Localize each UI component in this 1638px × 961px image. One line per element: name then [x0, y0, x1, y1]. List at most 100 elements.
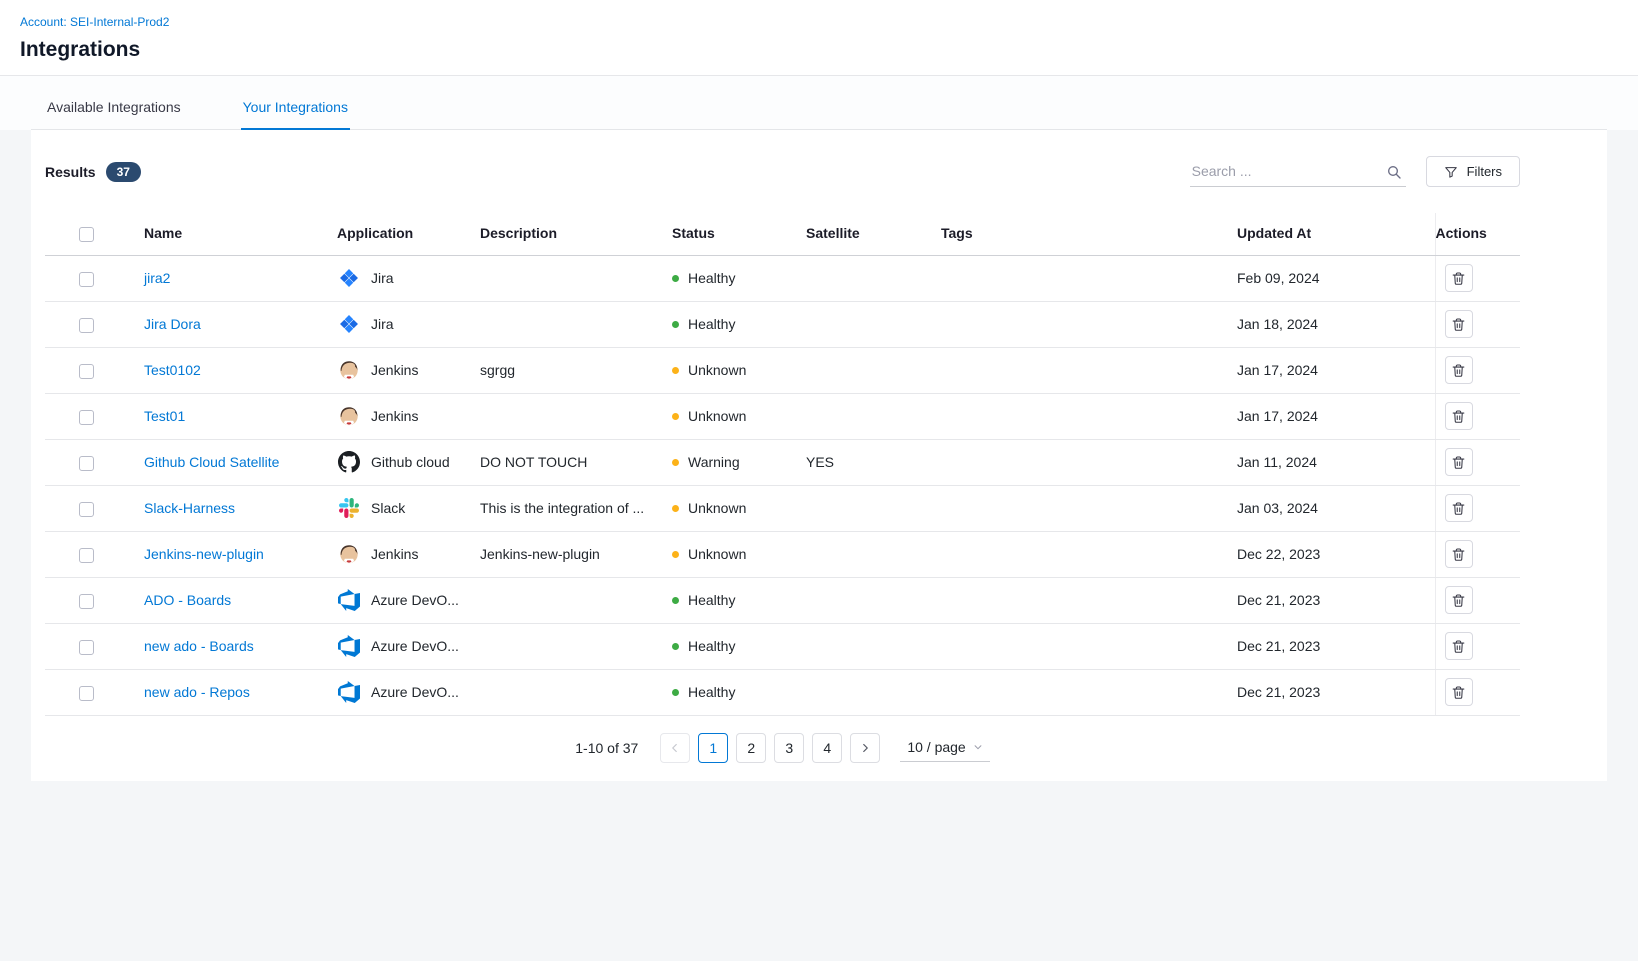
satellite-cell — [806, 347, 941, 393]
row-checkbox[interactable] — [79, 594, 94, 609]
account-breadcrumb[interactable]: Account: SEI-Internal-Prod2 — [20, 15, 169, 29]
description-cell — [480, 623, 672, 669]
status-label: Warning — [688, 454, 740, 470]
chevron-right-icon — [859, 742, 871, 754]
select-all-checkbox[interactable] — [79, 227, 94, 242]
delete-button[interactable] — [1445, 448, 1473, 476]
table-row: Github Cloud Satellite Github cloud DO N… — [45, 439, 1520, 485]
satellite-cell — [806, 301, 941, 347]
trash-icon — [1451, 455, 1466, 470]
application-label: Jenkins — [371, 362, 418, 378]
integration-name-link[interactable]: Slack-Harness — [144, 500, 235, 516]
integration-name-link[interactable]: Test01 — [144, 408, 185, 424]
tags-cell — [941, 255, 1237, 301]
integration-name-link[interactable]: ADO - Boards — [144, 592, 231, 608]
status-dot — [672, 321, 679, 328]
delete-button[interactable] — [1445, 356, 1473, 384]
trash-icon — [1451, 685, 1466, 700]
integration-name-link[interactable]: new ado - Repos — [144, 684, 250, 700]
row-checkbox[interactable] — [79, 272, 94, 287]
updated-at-cell: Jan 17, 2024 — [1237, 347, 1435, 393]
pagination-range: 1-10 of 37 — [575, 740, 638, 756]
delete-button[interactable] — [1445, 540, 1473, 568]
integration-name-link[interactable]: jira2 — [144, 270, 170, 286]
tab-available-integrations[interactable]: Available Integrations — [45, 89, 183, 129]
slack-icon — [337, 498, 361, 518]
tags-cell — [941, 347, 1237, 393]
row-checkbox[interactable] — [79, 548, 94, 563]
tags-cell — [941, 439, 1237, 485]
page-title: Integrations — [20, 38, 1618, 62]
page-button-3[interactable]: 3 — [774, 733, 804, 763]
status-dot — [672, 551, 679, 558]
delete-button[interactable] — [1445, 678, 1473, 706]
page-button-4[interactable]: 4 — [812, 733, 842, 763]
application-label: Github cloud — [371, 454, 450, 470]
column-header-status: Status — [672, 213, 806, 255]
status-dot — [672, 367, 679, 374]
next-page-button[interactable] — [850, 733, 880, 763]
delete-button[interactable] — [1445, 402, 1473, 430]
integration-name-link[interactable]: Jenkins-new-plugin — [144, 546, 264, 562]
github-icon — [337, 451, 361, 473]
updated-at-cell: Jan 03, 2024 — [1237, 485, 1435, 531]
table-row: jira2 Jira Healthy Feb 09, 2024 — [45, 255, 1520, 301]
updated-at-cell: Jan 18, 2024 — [1237, 301, 1435, 347]
satellite-cell — [806, 255, 941, 301]
row-checkbox[interactable] — [79, 456, 94, 471]
page-header: Account: SEI-Internal-Prod2 Integrations — [0, 0, 1638, 76]
trash-icon — [1451, 501, 1466, 516]
table-body: jira2 Jira Healthy Feb 09, 2024 Jira Dor… — [45, 255, 1520, 715]
application-label: Jira — [371, 316, 394, 332]
chevron-left-icon — [669, 742, 681, 754]
search-input[interactable] — [1190, 157, 1406, 187]
column-header-actions: Actions — [1435, 213, 1520, 255]
status-dot — [672, 505, 679, 512]
results-label: Results — [45, 164, 96, 180]
tab-your-integrations[interactable]: Your Integrations — [241, 89, 350, 130]
tags-cell — [941, 485, 1237, 531]
row-checkbox[interactable] — [79, 640, 94, 655]
description-cell — [480, 393, 672, 439]
integration-name-link[interactable]: Github Cloud Satellite — [144, 454, 279, 470]
application-label: Slack — [371, 500, 405, 516]
page-button-1[interactable]: 1 — [698, 733, 728, 763]
prev-page-button[interactable] — [660, 733, 690, 763]
status-label: Unknown — [688, 500, 746, 516]
tags-cell — [941, 531, 1237, 577]
table-row: Test01 Jenkins Unknown Jan 17, 2024 — [45, 393, 1520, 439]
application-label: Jenkins — [371, 408, 418, 424]
jira-icon — [337, 267, 361, 289]
page-size-select[interactable]: 10 / page — [900, 734, 989, 762]
tags-cell — [941, 301, 1237, 347]
trash-icon — [1451, 593, 1466, 608]
satellite-cell: YES — [806, 439, 941, 485]
row-checkbox[interactable] — [79, 686, 94, 701]
filters-label: Filters — [1467, 164, 1502, 179]
filters-button[interactable]: Filters — [1426, 156, 1520, 187]
status-label: Healthy — [688, 592, 735, 608]
integration-name-link[interactable]: new ado - Boards — [144, 638, 254, 654]
application-label: Jenkins — [371, 546, 418, 562]
trash-icon — [1451, 547, 1466, 562]
delete-button[interactable] — [1445, 494, 1473, 522]
jenkins-icon — [337, 543, 361, 565]
description-cell — [480, 301, 672, 347]
results-count-badge: 37 — [106, 162, 141, 182]
integration-name-link[interactable]: Jira Dora — [144, 316, 201, 332]
row-checkbox[interactable] — [79, 364, 94, 379]
integration-name-link[interactable]: Test0102 — [144, 362, 201, 378]
jira-icon — [337, 313, 361, 335]
satellite-cell — [806, 531, 941, 577]
satellite-cell — [806, 669, 941, 715]
row-checkbox[interactable] — [79, 318, 94, 333]
delete-button[interactable] — [1445, 586, 1473, 614]
application-label: Azure DevO... — [371, 684, 459, 700]
row-checkbox[interactable] — [79, 502, 94, 517]
delete-button[interactable] — [1445, 632, 1473, 660]
delete-button[interactable] — [1445, 310, 1473, 338]
page-button-2[interactable]: 2 — [736, 733, 766, 763]
delete-button[interactable] — [1445, 264, 1473, 292]
updated-at-cell: Dec 21, 2023 — [1237, 623, 1435, 669]
row-checkbox[interactable] — [79, 410, 94, 425]
